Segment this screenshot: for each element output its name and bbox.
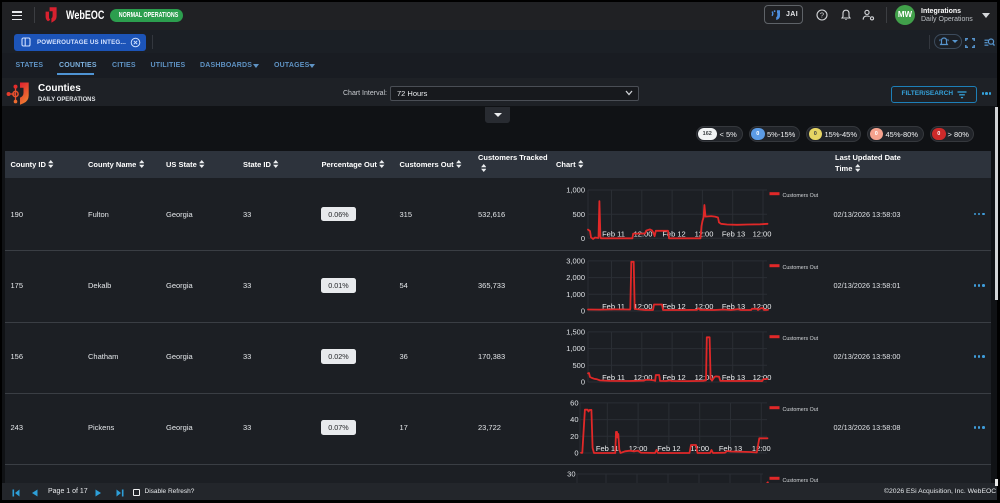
svg-text:0: 0 xyxy=(574,448,578,457)
svg-text:500: 500 xyxy=(572,360,585,369)
svg-text:1,000: 1,000 xyxy=(566,289,585,298)
svg-text:12:00: 12:00 xyxy=(695,229,714,238)
svg-text:0: 0 xyxy=(581,306,585,315)
svg-text:0: 0 xyxy=(581,234,585,243)
svg-text:Customers Out: Customers Out xyxy=(783,265,819,271)
svg-text:Feb 13: Feb 13 xyxy=(722,229,745,238)
svg-text:40: 40 xyxy=(570,415,578,424)
svg-text:12:00: 12:00 xyxy=(753,229,772,238)
svg-text:20: 20 xyxy=(570,431,578,440)
svg-text:Customers Out: Customers Out xyxy=(783,477,819,482)
svg-text:3,000: 3,000 xyxy=(566,256,585,265)
svg-text:1,000: 1,000 xyxy=(566,344,585,353)
svg-text:60: 60 xyxy=(570,398,578,407)
svg-text:0: 0 xyxy=(581,377,585,386)
svg-text:Feb 11: Feb 11 xyxy=(602,229,625,238)
svg-text:Customers Out: Customers Out xyxy=(783,336,819,342)
svg-text:30: 30 xyxy=(567,469,575,478)
svg-text:Customers Out: Customers Out xyxy=(783,193,819,199)
svg-text:?: ? xyxy=(820,11,824,20)
svg-text:Feb 12: Feb 12 xyxy=(657,444,680,453)
svg-text:1,500: 1,500 xyxy=(566,327,585,336)
svg-text:1,000: 1,000 xyxy=(566,186,585,195)
svg-text:2,000: 2,000 xyxy=(566,273,585,282)
svg-text:500: 500 xyxy=(572,210,585,219)
svg-text:Customers Out: Customers Out xyxy=(783,407,819,413)
